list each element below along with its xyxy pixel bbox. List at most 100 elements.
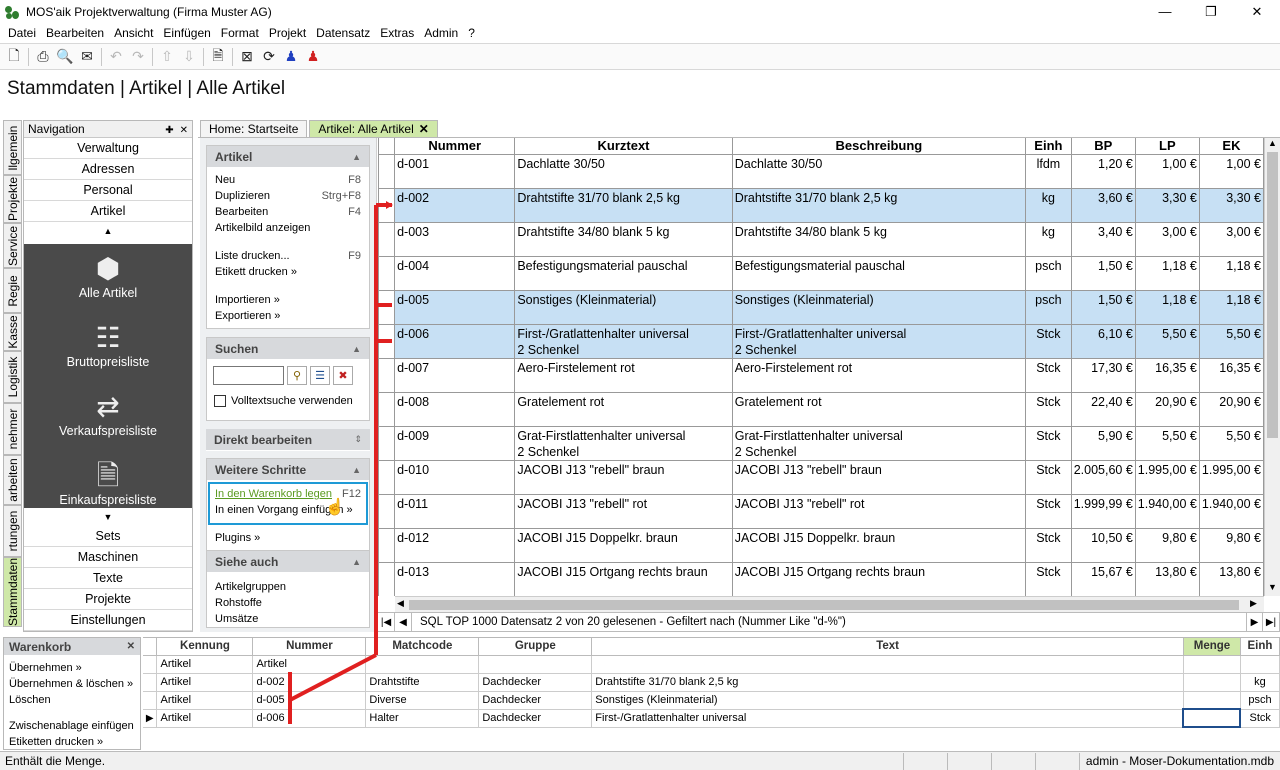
cell-kurz[interactable]: Drahtstifte 31/70 blank 2,5 kg <box>514 188 733 223</box>
minimize-button[interactable]: — <box>1142 0 1188 23</box>
cell-besch[interactable]: JACOBI J13 "rebell" rot <box>732 494 1027 529</box>
vertical-tab[interactable]: llgemein <box>3 120 22 175</box>
artikel-group-header[interactable]: Artikel ▲ <box>207 146 369 167</box>
next-record-icon[interactable]: ▶ <box>1246 613 1263 631</box>
cell-besch[interactable]: Drahtstifte 31/70 blank 2,5 kg <box>732 188 1027 223</box>
navigation-item[interactable]: Texte <box>24 568 192 589</box>
artikel-action[interactable]: Artikelbild anzeigen <box>207 220 369 236</box>
cell-bp[interactable]: 1,50 € <box>1071 290 1136 325</box>
move-down-icon[interactable]: ⇩ <box>179 47 199 67</box>
siehe-link[interactable]: Rohstoffe <box>207 595 369 611</box>
cell-einh[interactable]: Stck <box>1025 528 1072 563</box>
tile-bruttopreisliste[interactable]: ☷ Bruttopreisliste <box>24 321 192 369</box>
cell-text[interactable] <box>591 655 1184 674</box>
search-input[interactable] <box>213 366 284 385</box>
cell-kurz[interactable]: JACOBI J15 Doppelkr. braun <box>514 528 733 563</box>
navigation-item[interactable]: Artikel <box>24 201 192 222</box>
menu-item[interactable]: Einfügen <box>158 26 215 40</box>
cell-gruppe[interactable]: Dachdecker <box>478 709 593 728</box>
cell-ek[interactable]: 13,80 € <box>1199 562 1264 596</box>
column-header[interactable]: Beschreibung <box>732 138 1027 155</box>
uebernehmen-link[interactable]: Übernehmen » <box>4 660 140 676</box>
navigation-item[interactable]: Verwaltung <box>24 138 192 159</box>
search-filter-icon[interactable]: ⚲ <box>287 366 307 385</box>
cell-gruppe[interactable]: Dachdecker <box>478 691 593 710</box>
cell-nummer[interactable]: Artikel <box>252 655 367 674</box>
table-row[interactable]: d-002 Drahtstifte 31/70 blank 2,5 kg Draht… <box>379 188 1264 223</box>
tile-verkaufspreisliste[interactable]: ⇄ Verkaufspreisliste <box>24 390 192 438</box>
cell-einh[interactable]: Stck <box>1025 562 1072 596</box>
cell-bp[interactable]: 2.005,60 € <box>1071 460 1136 495</box>
column-header[interactable]: Kurztext <box>514 138 733 155</box>
cell-nummer[interactable]: d-010 <box>394 460 516 495</box>
table-row[interactable]: d-004 Befestigungsmaterial pauschal Befest… <box>379 256 1264 291</box>
cell-nummer[interactable]: d-006 <box>394 324 516 359</box>
cell-matchcode[interactable]: Drahtstifte <box>365 673 480 692</box>
scroll-thumb[interactable] <box>409 600 1239 610</box>
column-header[interactable]: Gruppe <box>478 638 593 656</box>
cell-ek[interactable]: 1,00 € <box>1199 154 1264 189</box>
vertical-tab[interactable]: Service <box>3 223 22 268</box>
table-row[interactable]: d-003 Drahtstifte 34/80 blank 5 kg Drahtst… <box>379 222 1264 257</box>
vertical-tab[interactable]: Stammdaten <box>3 557 22 627</box>
cell-text[interactable]: Sonstiges (Kleinmaterial) <box>591 691 1184 710</box>
cell-besch[interactable]: Gratelement rot <box>732 392 1027 427</box>
filter-list-icon[interactable]: ☰ <box>310 366 330 385</box>
cell-besch[interactable]: Aero-Firstelement rot <box>732 358 1027 393</box>
cell-lp[interactable]: 1.940,00 € <box>1135 494 1200 529</box>
artikel-action[interactable]: Neu F8 <box>207 172 369 188</box>
cell-text[interactable]: Drahtstifte 31/70 blank 2,5 kg <box>591 673 1184 692</box>
cell-nummer[interactable]: d-006 <box>252 709 367 728</box>
vertical-tab[interactable]: rtungen <box>3 505 22 557</box>
menu-item[interactable]: Admin <box>419 26 463 40</box>
cell-einh[interactable]: kg <box>1025 222 1072 257</box>
cell-besch[interactable]: Befestigungsmaterial pauschal <box>732 256 1027 291</box>
cell-ek[interactable]: 5,50 € <box>1199 324 1264 359</box>
scroll-left-icon[interactable]: ◀ <box>397 598 404 609</box>
close-icon[interactable]: ✕ <box>127 641 135 652</box>
cell-kennung[interactable]: Artikel <box>156 655 254 674</box>
cell-besch[interactable]: JACOBI J15 Doppelkr. braun <box>732 528 1027 563</box>
cell-einh[interactable]: Stck <box>1025 392 1072 427</box>
fulltext-checkbox[interactable] <box>214 395 226 407</box>
close-icon[interactable]: ✕ <box>180 125 188 136</box>
artikel-action[interactable]: Liste drucken... F9 <box>207 248 369 264</box>
menu-item[interactable]: Datensatz <box>311 26 375 40</box>
cell-ek[interactable]: 1.995,00 € <box>1199 460 1264 495</box>
new-document-icon[interactable]: 🗋 <box>4 47 24 67</box>
table-row[interactable]: d-008 Gratelement rot Gratelement rot Stck 2… <box>379 392 1264 427</box>
row-indicator[interactable] <box>379 222 396 257</box>
table-row[interactable]: d-010 JACOBI J13 "rebell" braun JACOBI J13… <box>379 460 1264 495</box>
row-indicator[interactable] <box>379 188 396 223</box>
artikel-action[interactable]: Etikett drucken » <box>207 264 369 280</box>
cell-gruppe[interactable]: Dachdecker <box>478 673 593 692</box>
cell-besch[interactable]: Grat-Firstlattenhalter universal 2 Schenk… <box>732 426 1027 461</box>
cell-nummer[interactable]: d-012 <box>394 528 516 563</box>
cell-einh[interactable] <box>1240 655 1280 674</box>
row-indicator[interactable] <box>379 154 396 189</box>
etiketten-drucken-link[interactable]: Etiketten drucken » <box>4 734 140 750</box>
collapse-icon[interactable]: ▲ <box>352 152 361 162</box>
column-header[interactable]: Text <box>591 638 1184 656</box>
menu-item[interactable]: Bearbeiten <box>41 26 109 40</box>
column-header[interactable]: LP <box>1135 138 1200 155</box>
cell-kurz[interactable]: JACOBI J13 "rebell" rot <box>514 494 733 529</box>
cell-einh[interactable]: kg <box>1240 673 1280 692</box>
menu-item[interactable]: Ansicht <box>109 26 158 40</box>
cell-nummer[interactable]: d-003 <box>394 222 516 257</box>
cell-kurz[interactable]: Aero-Firstelement rot <box>514 358 733 393</box>
print-icon[interactable]: ⎙ <box>33 47 53 67</box>
cell-nummer[interactable]: d-007 <box>394 358 516 393</box>
cell-ek[interactable]: 1.940,00 € <box>1199 494 1264 529</box>
cell-besch[interactable]: First-/Gratlattenhalter universal 2 Schen… <box>732 324 1027 359</box>
column-header[interactable]: Einh <box>1240 638 1280 656</box>
cell-lp[interactable]: 1,18 € <box>1135 256 1200 291</box>
cell-menge[interactable] <box>1183 691 1241 710</box>
navigation-item[interactable]: Einstellungen <box>24 610 192 631</box>
table-row[interactable]: Artikel d-002 Drahtstifte Dachdecker Drahtst… <box>143 673 1280 692</box>
uebernehmen-loeschen-link[interactable]: Übernehmen & löschen » <box>4 676 140 692</box>
clear-filter-icon[interactable]: ✖ <box>333 366 353 385</box>
cell-lp[interactable]: 5,50 € <box>1135 426 1200 461</box>
weitere-group-header[interactable]: Weitere Schritte ▲ <box>207 459 369 480</box>
cell-nummer[interactable]: d-002 <box>252 673 367 692</box>
